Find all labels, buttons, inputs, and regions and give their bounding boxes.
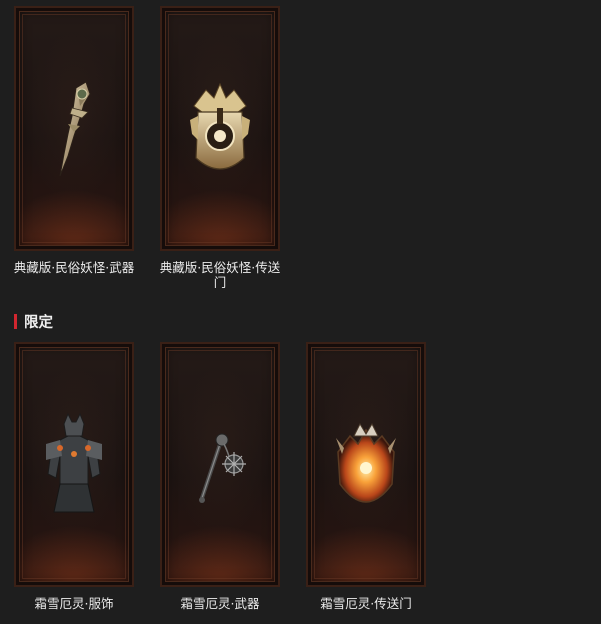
armor-figure-icon [46,412,102,513]
item-card-folk-demon-weapon[interactable] [14,6,134,251]
item-card-folk-demon-portal[interactable] [160,6,280,251]
item-card-frost-wraith-weapon[interactable] [160,342,280,587]
item-name: 典藏版·民俗妖怪·传送门 [159,260,281,290]
portal-icon [190,82,250,170]
item-name: 典藏版·民俗妖怪·武器 [13,260,135,275]
section-accent-bar [14,313,17,329]
flail-weapon-icon [199,433,246,503]
fire-portal-icon [336,422,396,503]
item-name: 霜雪厄灵·服饰 [34,596,114,611]
item-card-frost-wraith-armor[interactable] [14,342,134,587]
item-name: 霜雪厄灵·传送门 [320,596,412,611]
cosmetics-page: 典藏版·民俗妖怪·武器 典藏版·民俗妖怪·传送门 限定 霜雪厄灵·服饰 霜雪厄灵… [0,0,601,624]
item-name: 霜雪厄灵·武器 [180,596,260,611]
item-card-frost-wraith-portal[interactable] [306,342,426,587]
dagger-weapon-icon [59,81,91,177]
section-title-limited: 限定 [14,312,53,331]
section-title-text: 限定 [24,314,53,331]
